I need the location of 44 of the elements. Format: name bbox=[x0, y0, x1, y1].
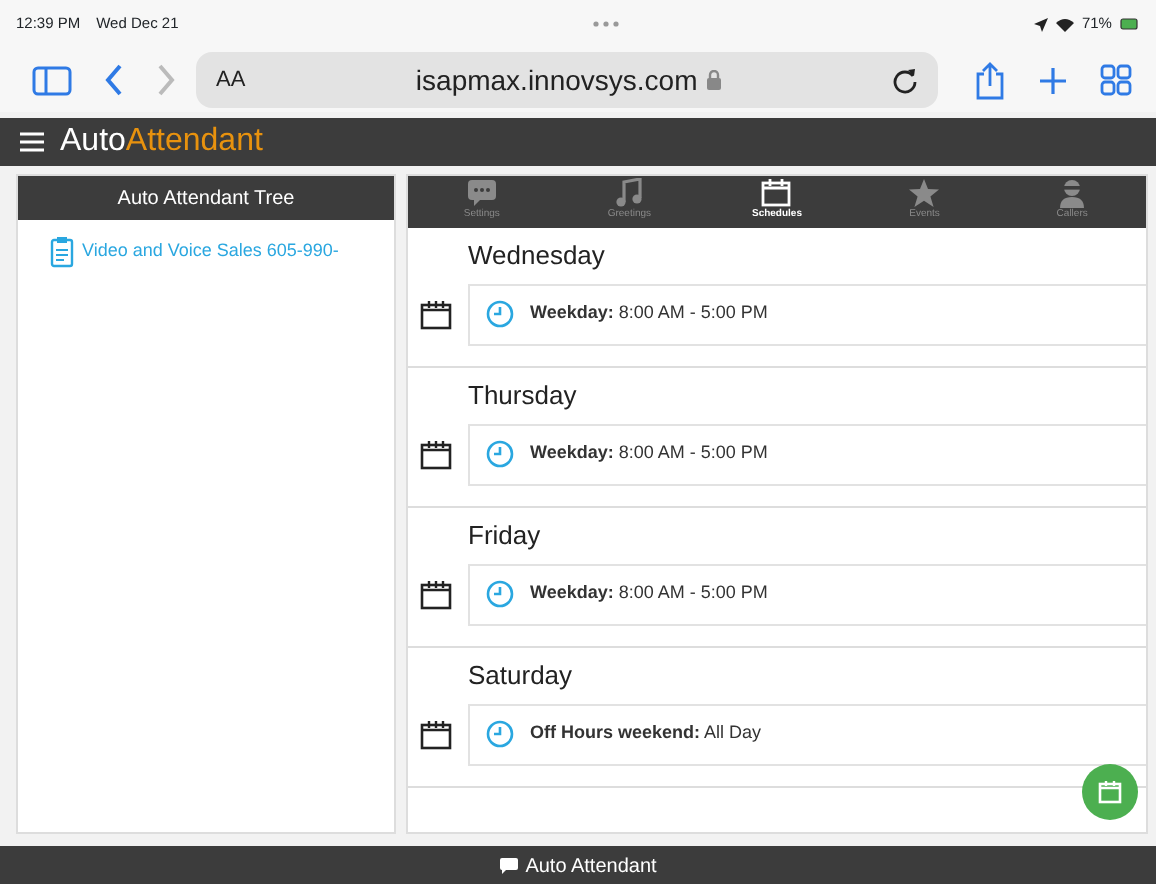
schedule-entry[interactable]: Weekday: 8:00 AM - 5:00 PM bbox=[468, 283, 1146, 345]
add-schedule-button[interactable] bbox=[1082, 764, 1138, 820]
location-icon bbox=[1033, 17, 1048, 31]
clipboard-icon bbox=[50, 236, 74, 268]
entry-text: Weekday: 8:00 AM - 5:00 PM bbox=[530, 580, 768, 607]
clock-icon bbox=[486, 300, 514, 328]
entry-text: Weekday: 8:00 AM - 5:00 PM bbox=[530, 440, 768, 467]
chat-icon bbox=[499, 858, 518, 874]
sidebar-icon[interactable] bbox=[32, 65, 72, 95]
footer-label: Auto Attendant bbox=[525, 853, 657, 881]
greetings-icon bbox=[613, 178, 646, 210]
calendar-icon bbox=[420, 579, 452, 609]
day-title: Friday bbox=[468, 518, 543, 554]
entry-text: Off Hours weekend: All Day bbox=[530, 720, 762, 747]
schedule-entry[interactable]: Weekday: 8:00 AM - 5:00 PM bbox=[468, 563, 1146, 625]
calendar-icon bbox=[420, 299, 452, 329]
app-title: AutoAttendant bbox=[60, 122, 263, 162]
reload-icon[interactable] bbox=[892, 67, 918, 93]
entry-text: Weekday: 8:00 AM - 5:00 PM bbox=[530, 300, 768, 327]
dots-icon bbox=[592, 20, 621, 28]
day-title: Thursday bbox=[468, 378, 579, 414]
battery-icon bbox=[1119, 18, 1140, 30]
events-icon bbox=[908, 178, 941, 210]
address-bar[interactable]: AA isapmax.innovsys.com bbox=[196, 52, 938, 108]
tree-header: Auto Attendant Tree bbox=[18, 176, 394, 220]
url-text: isapmax.innovsys.com bbox=[415, 61, 698, 100]
day-title: Wednesday bbox=[468, 238, 607, 274]
schedule-entry[interactable]: Weekday: 8:00 AM - 5:00 PM bbox=[468, 423, 1146, 485]
menu-icon[interactable] bbox=[20, 132, 44, 152]
calendar-icon bbox=[1098, 780, 1122, 804]
clock-icon bbox=[486, 440, 514, 468]
lock-icon bbox=[705, 70, 722, 90]
back-icon[interactable] bbox=[104, 64, 124, 96]
calendar-icon bbox=[420, 439, 452, 469]
schedule-entry[interactable]: Off Hours weekend: All Day bbox=[468, 703, 1146, 765]
clock-icon bbox=[486, 580, 514, 608]
text-size-button[interactable]: AA bbox=[216, 63, 246, 97]
share-icon[interactable] bbox=[974, 61, 1006, 99]
wifi-icon bbox=[1055, 17, 1074, 31]
day-title: Saturday bbox=[468, 658, 575, 694]
clock-icon bbox=[486, 720, 514, 748]
tabs-icon[interactable] bbox=[1100, 64, 1132, 96]
calendar-icon bbox=[420, 719, 452, 749]
plus-icon[interactable] bbox=[1038, 65, 1068, 95]
